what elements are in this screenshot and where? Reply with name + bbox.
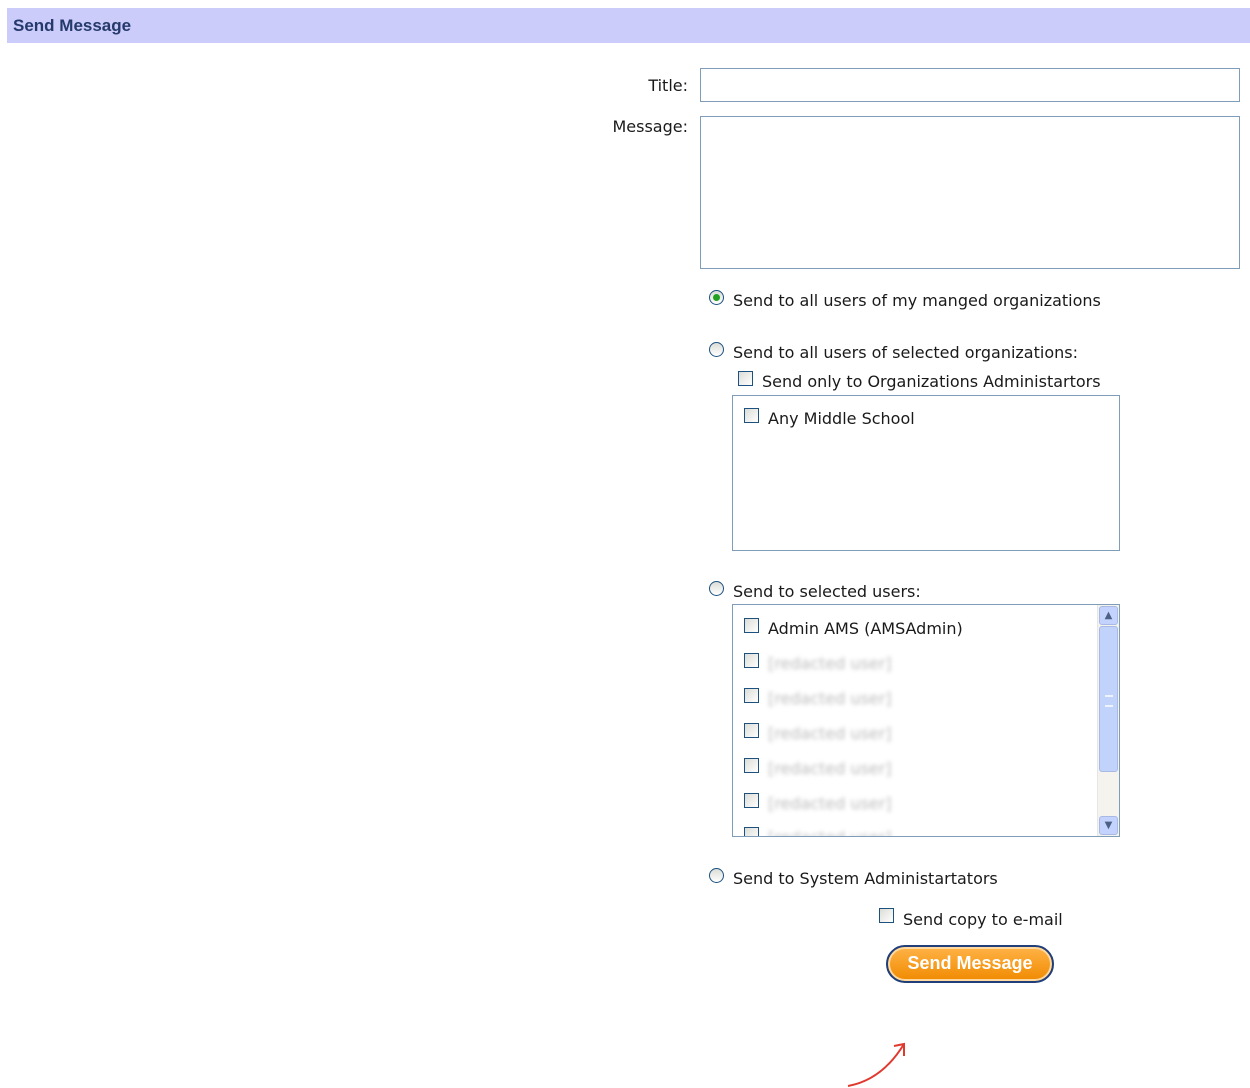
radio-selected-users[interactable] xyxy=(709,581,724,596)
user-checkbox[interactable] xyxy=(744,793,759,808)
radio-system-admins-label: Send to System Administartators xyxy=(733,869,998,888)
only-admins-label: Send only to Organizations Administartor… xyxy=(762,372,1101,391)
user-checkbox[interactable] xyxy=(744,723,759,738)
radio-system-admins[interactable] xyxy=(709,868,724,883)
radio-managed-orgs[interactable] xyxy=(709,290,724,305)
title-label: Title: xyxy=(648,76,688,95)
radio-selected-orgs-label: Send to all users of selected organizati… xyxy=(733,343,1078,362)
user-label: [redacted user] xyxy=(768,828,892,836)
user-label: [redacted user] xyxy=(768,724,892,743)
user-label: [redacted user] xyxy=(768,654,892,673)
user-checkbox[interactable] xyxy=(744,618,759,633)
user-label: [redacted user] xyxy=(768,689,892,708)
only-admins-checkbox[interactable] xyxy=(738,371,753,386)
user-label: [redacted user] xyxy=(768,759,892,778)
title-input[interactable] xyxy=(700,68,1240,102)
scroll-thumb[interactable] xyxy=(1099,626,1118,772)
user-checkbox[interactable] xyxy=(744,758,759,773)
user-label: [redacted user] xyxy=(768,794,892,813)
org-checkbox[interactable] xyxy=(744,408,759,423)
send-copy-checkbox[interactable] xyxy=(879,908,894,923)
radio-selected-users-label: Send to selected users: xyxy=(733,582,921,601)
message-label: Message: xyxy=(612,117,688,136)
user-checkbox[interactable] xyxy=(744,827,759,836)
users-scrollbar[interactable]: ▲ ▼ xyxy=(1097,605,1119,836)
send-message-button[interactable]: Send Message xyxy=(886,945,1054,983)
annotation-arrow-icon xyxy=(847,1042,905,1087)
send-copy-label: Send copy to e-mail xyxy=(903,910,1063,929)
page-title: Send Message xyxy=(13,16,132,35)
header-bar: Send Message xyxy=(7,8,1250,43)
users-listbox[interactable]: Admin AMS (AMSAdmin) [redacted user] [re… xyxy=(732,604,1120,837)
radio-selected-orgs[interactable] xyxy=(709,342,724,357)
user-label: Admin AMS (AMSAdmin) xyxy=(768,619,963,638)
organizations-listbox[interactable]: Any Middle School xyxy=(732,395,1120,551)
user-checkbox[interactable] xyxy=(744,688,759,703)
message-textarea[interactable] xyxy=(700,116,1240,269)
radio-managed-orgs-label: Send to all users of my manged organizat… xyxy=(733,291,1101,310)
org-label: Any Middle School xyxy=(768,409,915,428)
user-checkbox[interactable] xyxy=(744,653,759,668)
scroll-down-icon[interactable]: ▼ xyxy=(1099,816,1118,835)
scroll-up-icon[interactable]: ▲ xyxy=(1099,606,1118,625)
